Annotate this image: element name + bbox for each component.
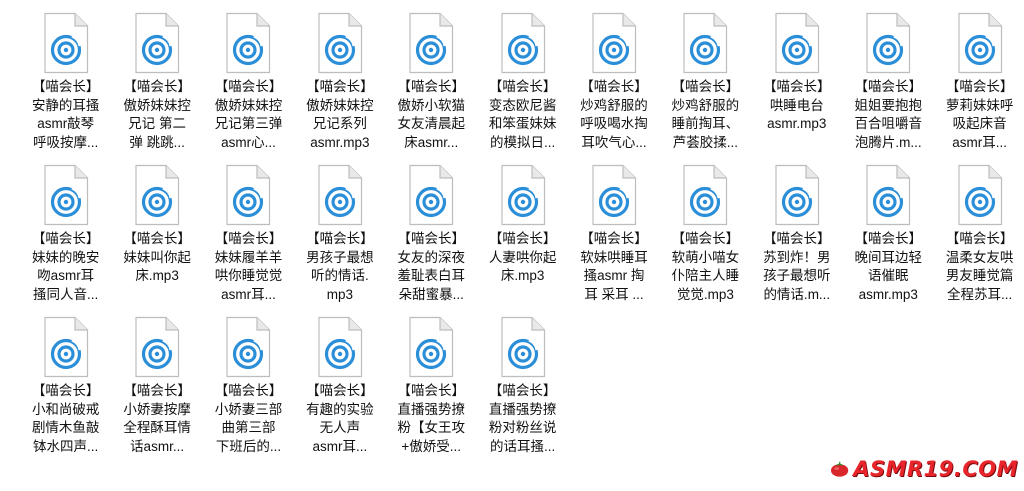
music-file-icon [135,164,180,226]
file-item[interactable]: 【喵会长】 妹妹履羊羊 哄你睡觉觉 asmr耳... [203,160,294,312]
music-file-icon [592,12,637,74]
file-item[interactable]: 【喵会长】 妹妹叫你起 床.mp3 [111,160,202,312]
file-name: 【喵会长】 萝莉妹妹呼 吸起床音 asmr耳... [945,79,1014,150]
file-name: 【喵会长】 软妹哄睡耳 搔asmr 掏 耳 采耳 ... [580,231,648,302]
file-name: 【喵会长】 小和尚破戒 剧情木鱼敲 钵水四声... [31,383,100,454]
music-file-icon [501,12,545,74]
file-name: 【喵会长】 软萌小喵女 仆陪主人睡 觉觉.mp3 [671,231,740,302]
music-file-icon [44,164,88,226]
file-item[interactable]: 【喵会长】 萝莉妹妹呼 吸起床音 asmr耳... [934,8,1024,160]
file-name: 【喵会长】 炒鸡舒服的 呼吸喝水掏 耳吹气心... [580,79,648,150]
file-name: 【喵会长】 妹妹履羊羊 哄你睡觉觉 asmr耳... [214,231,283,302]
file-item[interactable]: 【喵会长】 小娇妻按摩 全程酥耳情 话asmr... [111,312,202,464]
music-file-icon [775,12,819,74]
file-item[interactable]: 【喵会长】 炒鸡舒服的 睡前掏耳、 芦荟胶揉... [660,8,751,160]
file-item[interactable]: 【喵会长】 直播强势撩 粉【女王攻 +傲娇受... [386,312,477,464]
file-name: 【喵会长】 小娇妻按摩 全程酥耳情 话asmr... [123,383,191,454]
tomato-logo-icon [830,461,849,477]
file-item[interactable]: 【喵会长】 哄睡电台 asmr.mp3 [751,8,842,160]
file-name: 【喵会长】 温柔女友哄 男友睡觉篇 全程苏耳... [945,231,1014,302]
music-file-icon [775,164,819,226]
file-item[interactable]: 【喵会长】 晚间耳边轻 语催眠 asmr.mp3 [843,160,934,312]
file-item[interactable]: 【喵会长】 女友的深夜 羞耻表白耳 朵甜蜜暴... [386,160,477,312]
file-item[interactable]: 【喵会长】 男孩子最想 听的情话. mp3 [294,160,385,312]
file-name: 【喵会长】 姐姐要抱抱 百合咀嚼音 泡腾片.m... [854,79,922,150]
file-name: 【喵会长】 哄睡电台 asmr.mp3 [763,79,831,131]
file-name: 【喵会长】 男孩子最想 听的情话. mp3 [306,231,374,302]
music-file-icon [501,316,545,378]
file-name: 【喵会长】 傲娇妹妹控 兄记系列 asmr.mp3 [306,79,374,150]
file-name: 【喵会长】 女友的深夜 羞耻表白耳 朵甜蜜暴... [397,231,466,302]
music-file-icon [135,12,180,74]
file-name: 【喵会长】 安静的耳搔 asmr敲琴 呼吸按摩... [31,79,100,150]
file-item[interactable]: 【喵会长】 苏到炸！男 孩子最想听 的情话.m... [751,160,842,312]
music-file-icon [683,12,728,74]
file-name: 【喵会长】 有趣的实验 无人声 asmr耳... [306,383,374,454]
music-file-icon [866,164,911,226]
music-file-icon [592,164,637,226]
watermark-text: ASMR19.COM [853,457,1018,481]
file-item[interactable]: 【喵会长】 炒鸡舒服的 呼吸喝水掏 耳吹气心... [568,8,659,160]
file-name: 【喵会长】 妹妹叫你起 床.mp3 [123,231,191,283]
watermark: ASMR19.COM [830,451,1018,487]
music-file-icon [957,164,1002,226]
file-item[interactable]: 【喵会长】 有趣的实验 无人声 asmr耳... [294,312,385,464]
file-item[interactable]: 【喵会长】 妹妹的晚安 吻asmr耳 搔同人音... [20,160,111,312]
file-item[interactable]: 【喵会长】 傲娇妹妹控 兄记 第二 弹 跳跳... [111,8,202,160]
music-file-icon [44,316,88,378]
music-file-icon [44,12,88,74]
file-name: 【喵会长】 人妻哄你起 床.mp3 [488,231,557,283]
file-item[interactable]: 【喵会长】 傲娇妹妹控 兄记第三弹 asmr心... [203,8,294,160]
file-name: 【喵会长】 妹妹的晚安 吻asmr耳 搔同人音... [31,231,100,302]
music-file-icon [683,164,728,226]
file-item[interactable]: 【喵会长】 姐姐要抱抱 百合咀嚼音 泡腾片.m... [843,8,934,160]
music-file-icon [866,12,911,74]
music-file-icon [226,12,271,74]
file-name: 【喵会长】 苏到炸！男 孩子最想听 的情话.m... [763,231,831,302]
file-item[interactable]: 【喵会长】 小娇妻三部 曲第三部 下班后的... [203,312,294,464]
file-item[interactable]: 【喵会长】 变态欧尼酱 和笨蛋妹妹 的模拟日... [477,8,568,160]
music-file-icon [318,316,362,378]
file-item[interactable]: 【喵会长】 傲娇小软猫 女友清晨起 床asmr... [386,8,477,160]
music-file-icon [318,12,362,74]
file-item[interactable]: 【喵会长】 软萌小喵女 仆陪主人睡 觉觉.mp3 [660,160,751,312]
music-file-icon [409,316,454,378]
file-name: 【喵会长】 傲娇妹妹控 兄记 第二 弹 跳跳... [123,79,191,150]
file-name: 【喵会长】 晚间耳边轻 语催眠 asmr.mp3 [854,231,922,302]
file-item[interactable]: 【喵会长】 直播强势撩 粉对粉丝说 的话耳搔... [477,312,568,464]
file-grid: 【喵会长】 安静的耳搔 asmr敲琴 呼吸按摩... 【喵会长】 傲娇妹妹控 兄… [20,8,1024,464]
music-file-icon [135,316,180,378]
music-file-icon [409,164,454,226]
music-file-icon [226,316,271,378]
music-file-icon [409,12,454,74]
file-name: 【喵会长】 直播强势撩 粉对粉丝说 的话耳搔... [488,383,557,454]
music-file-icon [501,164,545,226]
file-item[interactable]: 【喵会长】 傲娇妹妹控 兄记系列 asmr.mp3 [294,8,385,160]
music-file-icon [318,164,362,226]
file-name: 【喵会长】 小娇妻三部 曲第三部 下班后的... [214,383,283,454]
file-name: 【喵会长】 直播强势撩 粉【女王攻 +傲娇受... [397,383,466,454]
file-item[interactable]: 【喵会长】 温柔女友哄 男友睡觉篇 全程苏耳... [934,160,1024,312]
file-name: 【喵会长】 傲娇小软猫 女友清晨起 床asmr... [397,79,466,150]
file-name: 【喵会长】 变态欧尼酱 和笨蛋妹妹 的模拟日... [488,79,557,150]
music-file-icon [957,12,1002,74]
file-item[interactable]: 【喵会长】 软妹哄睡耳 搔asmr 掏 耳 采耳 ... [568,160,659,312]
file-item[interactable]: 【喵会长】 人妻哄你起 床.mp3 [477,160,568,312]
file-item[interactable]: 【喵会长】 安静的耳搔 asmr敲琴 呼吸按摩... [20,8,111,160]
file-item[interactable]: 【喵会长】 小和尚破戒 剧情木鱼敲 钵水四声... [20,312,111,464]
music-file-icon [226,164,271,226]
file-name: 【喵会长】 炒鸡舒服的 睡前掏耳、 芦荟胶揉... [671,79,740,150]
file-name: 【喵会长】 傲娇妹妹控 兄记第三弹 asmr心... [214,79,283,150]
